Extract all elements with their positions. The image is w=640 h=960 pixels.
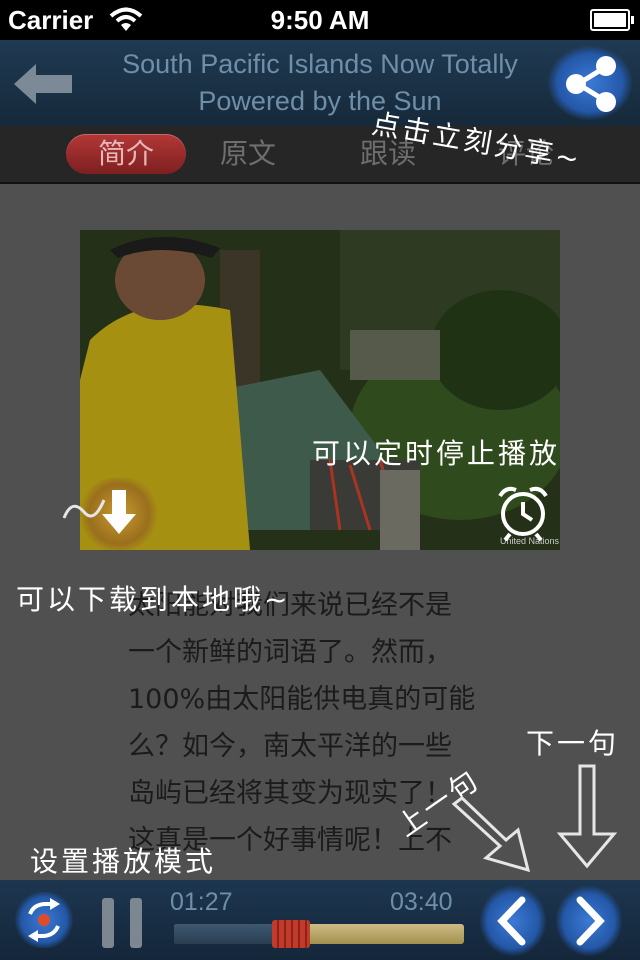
share-icon: [566, 56, 616, 112]
alarm-clock-icon: [498, 486, 548, 542]
pause-icon: [102, 898, 114, 948]
tab-original[interactable]: 原文: [188, 134, 308, 174]
hint-next: 下一句: [526, 727, 620, 760]
pause-button[interactable]: [102, 898, 146, 948]
chevron-right-icon: [576, 896, 605, 946]
status-bar: Carrier 9:50 AM: [0, 0, 640, 40]
hint-mode: 设置播放模式: [30, 845, 217, 878]
page-title: South Pacific Islands Now Totally Powere…: [122, 49, 518, 116]
progress-thumb[interactable]: [271, 920, 310, 948]
article-line: 么？如今，南太平洋的一些: [128, 731, 452, 762]
share-button[interactable]: [548, 46, 632, 120]
hint-squiggle: [62, 499, 106, 519]
hint-arrow-prev: [451, 796, 531, 873]
back-button[interactable]: [10, 62, 76, 106]
navigation-bar: South Pacific Islands Now Totally Powere…: [0, 40, 640, 126]
battery-icon: [590, 9, 634, 31]
player-bar: 01:27 03:40: [0, 880, 640, 960]
repeat-icon: [28, 898, 60, 942]
play-mode-button[interactable]: [14, 892, 74, 948]
tab-intro[interactable]: 简介: [66, 134, 186, 174]
article-line: 一个新鲜的词语了。然而，: [128, 637, 452, 668]
status-time: 9:50 AM: [270, 5, 370, 35]
chevron-left-icon: [497, 896, 526, 946]
progress-slider[interactable]: [174, 920, 464, 948]
current-time: 01:27: [170, 888, 233, 916]
hint-arrow-next: [556, 764, 618, 869]
hint-timer: 可以定时停止播放: [312, 437, 561, 470]
article-line: 100%由太阳能供电真的可能: [128, 684, 476, 715]
next-sentence-button[interactable]: [556, 886, 622, 956]
hint-download: 可以下载到本地哦~: [16, 583, 291, 616]
back-arrow-icon: [14, 64, 72, 104]
total-time: 03:40: [390, 888, 453, 916]
previous-sentence-button[interactable]: [480, 886, 546, 956]
sleep-timer-button[interactable]: [490, 478, 556, 544]
